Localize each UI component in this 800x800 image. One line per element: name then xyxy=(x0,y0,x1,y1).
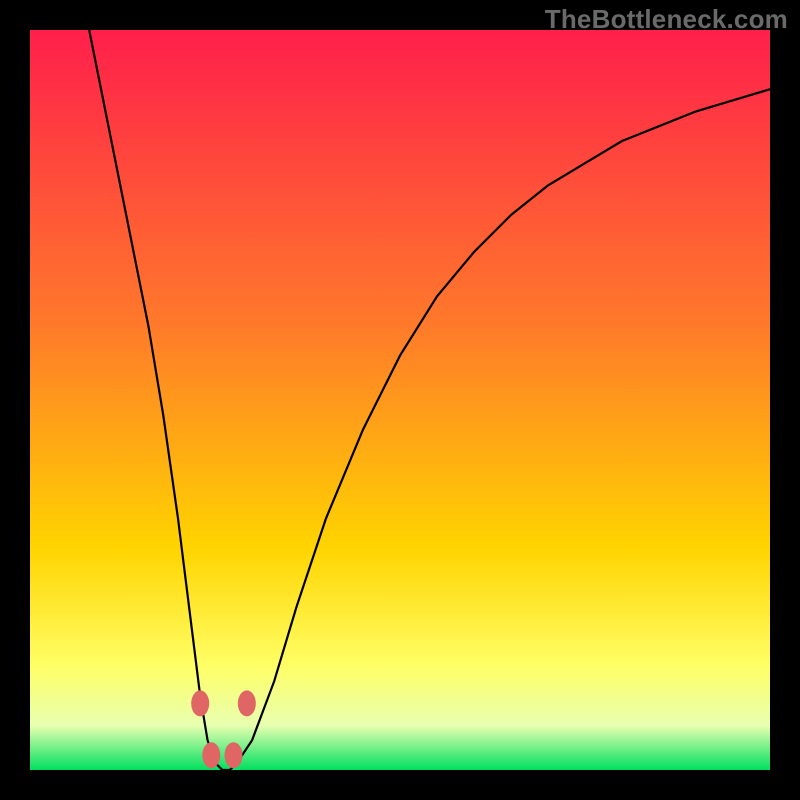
chart-background xyxy=(30,30,770,770)
curve-marker xyxy=(202,742,220,768)
chart-svg xyxy=(30,30,770,770)
curve-marker xyxy=(238,690,256,716)
watermark-text: TheBottleneck.com xyxy=(545,4,788,35)
chart-plot-area xyxy=(30,30,770,770)
curve-marker xyxy=(225,742,243,768)
chart-frame: TheBottleneck.com xyxy=(0,0,800,800)
curve-marker xyxy=(191,690,209,716)
